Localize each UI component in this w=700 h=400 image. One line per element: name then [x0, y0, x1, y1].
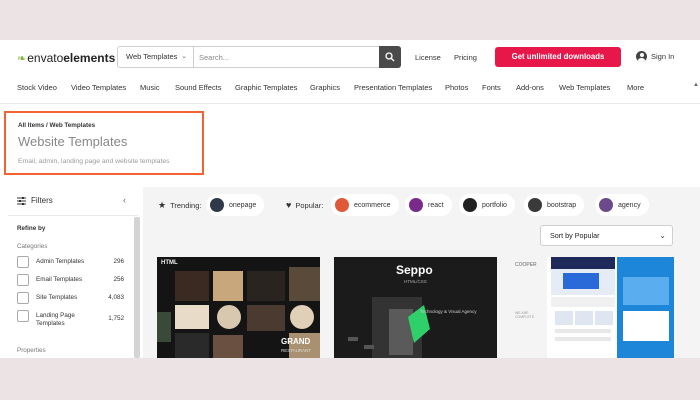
- trending-label: ★ Trending:: [158, 200, 202, 210]
- refine-heading: Refine by: [17, 225, 46, 232]
- template-card-1[interactable]: HTML GRAND RESTAURANT: [157, 257, 320, 358]
- page-header-highlight: All Items / Web Templates Website Templa…: [4, 111, 204, 175]
- tag-chip-onepage[interactable]: onepage: [206, 194, 265, 216]
- breadcrumb[interactable]: All Items / Web Templates: [18, 122, 95, 129]
- search-icon: [385, 52, 395, 62]
- chip-thumbnail: [528, 198, 542, 212]
- nav-item-graphics[interactable]: Graphics: [310, 83, 340, 92]
- template-card-2[interactable]: Seppo HTML/CSS Technology & Visual Agenc…: [334, 257, 497, 358]
- checkbox[interactable]: [17, 292, 29, 304]
- tag-chip-ecommerce[interactable]: ecommerce: [331, 194, 399, 216]
- chevron-down-icon: ⌄: [659, 231, 666, 240]
- chevron-down-icon: ⌄: [181, 53, 187, 60]
- filters-sidebar: Filters ‹ Refine by Categories Admin Tem…: [0, 187, 143, 358]
- checkbox[interactable]: [17, 310, 29, 322]
- tag-chip-agency[interactable]: agency: [595, 194, 649, 216]
- nav-item-graphic-templates[interactable]: Graphic Templates: [235, 83, 297, 92]
- template-card-3[interactable]: COOPER WE ARE COMPLETE: [511, 257, 674, 358]
- filters-heading: Filters: [17, 196, 53, 205]
- chip-thumbnail: [210, 198, 224, 212]
- collapse-filters-button[interactable]: ‹: [123, 195, 126, 205]
- leaf-icon: ❧: [17, 53, 27, 65]
- app-window: ❧envatoelements Web Templates ⌄ License …: [0, 40, 700, 358]
- sliders-icon: [17, 196, 26, 205]
- header-divider: [0, 103, 700, 104]
- page-scrollbar[interactable]: ▲ ▼: [691, 80, 700, 358]
- nav-item-music[interactable]: Music: [140, 83, 160, 92]
- nav-item-more[interactable]: More: [627, 83, 644, 92]
- user-icon: [636, 51, 647, 62]
- category-item-email-templates[interactable]: Email Templates 256: [17, 274, 124, 286]
- sort-dropdown[interactable]: Sort by Popular ⌄: [540, 225, 673, 246]
- tag-bar: ★ Trending: onepage ♥ Popular: ecommerce…: [143, 194, 700, 216]
- search-bar: Web Templates ⌄: [117, 46, 401, 68]
- category-item-admin-templates[interactable]: Admin Templates 296: [17, 256, 124, 268]
- tag-chip-portfolio[interactable]: portfolio: [459, 194, 515, 216]
- properties-heading: Properties: [17, 347, 46, 354]
- popular-label: ♥ Popular:: [286, 200, 324, 210]
- nav-item-fonts[interactable]: Fonts: [482, 83, 501, 92]
- get-unlimited-downloads-button[interactable]: Get unlimited downloads: [495, 47, 621, 67]
- page-subtitle: Email, admin, landing page and website t…: [18, 158, 170, 165]
- nav-item-stock-video[interactable]: Stock Video: [17, 83, 57, 92]
- pricing-link[interactable]: Pricing: [454, 53, 477, 62]
- chip-thumbnail: [599, 198, 613, 212]
- nav-item-sound-effects[interactable]: Sound Effects: [175, 83, 222, 92]
- nav-item-add-ons[interactable]: Add-ons: [516, 83, 544, 92]
- category-nav: Stock Video Video Templates Music Sound …: [0, 78, 700, 96]
- template-preview-image: [511, 257, 674, 358]
- search-button[interactable]: [379, 46, 401, 68]
- scroll-up-icon[interactable]: ▲: [693, 82, 699, 88]
- chip-thumbnail: [335, 198, 349, 212]
- nav-item-photos[interactable]: Photos: [445, 83, 468, 92]
- search-input[interactable]: [194, 47, 382, 67]
- chip-thumbnail: [463, 198, 477, 212]
- nav-item-web-templates[interactable]: Web Templates: [559, 83, 610, 92]
- heart-icon: ♥: [286, 200, 292, 210]
- license-link[interactable]: License: [415, 53, 441, 62]
- logo[interactable]: ❧envatoelements: [17, 51, 115, 65]
- checkbox[interactable]: [17, 256, 29, 268]
- tag-chip-bootstrap[interactable]: bootstrap: [524, 194, 585, 216]
- star-icon: ★: [158, 200, 167, 210]
- tag-chip-react[interactable]: react: [405, 194, 452, 216]
- search-category-select[interactable]: Web Templates ⌄: [118, 47, 194, 67]
- main-content: ★ Trending: onepage ♥ Popular: ecommerce…: [143, 187, 700, 358]
- checkbox[interactable]: [17, 274, 29, 286]
- sidebar-divider: [8, 215, 138, 216]
- categories-heading: Categories: [17, 243, 48, 250]
- sign-in-link[interactable]: Sign In: [636, 51, 674, 62]
- category-item-site-templates[interactable]: Site Templates 4,083: [17, 292, 124, 304]
- header: ❧envatoelements Web Templates ⌄ License …: [0, 40, 700, 74]
- sidebar-scrollbar[interactable]: [134, 217, 140, 358]
- chip-thumbnail: [409, 198, 423, 212]
- nav-item-video-templates[interactable]: Video Templates: [71, 83, 126, 92]
- category-item-landing-page-templates[interactable]: Landing Page Templates 1,752: [17, 310, 124, 327]
- page-title: Website Templates: [18, 134, 128, 149]
- nav-item-presentation-templates[interactable]: Presentation Templates: [354, 83, 432, 92]
